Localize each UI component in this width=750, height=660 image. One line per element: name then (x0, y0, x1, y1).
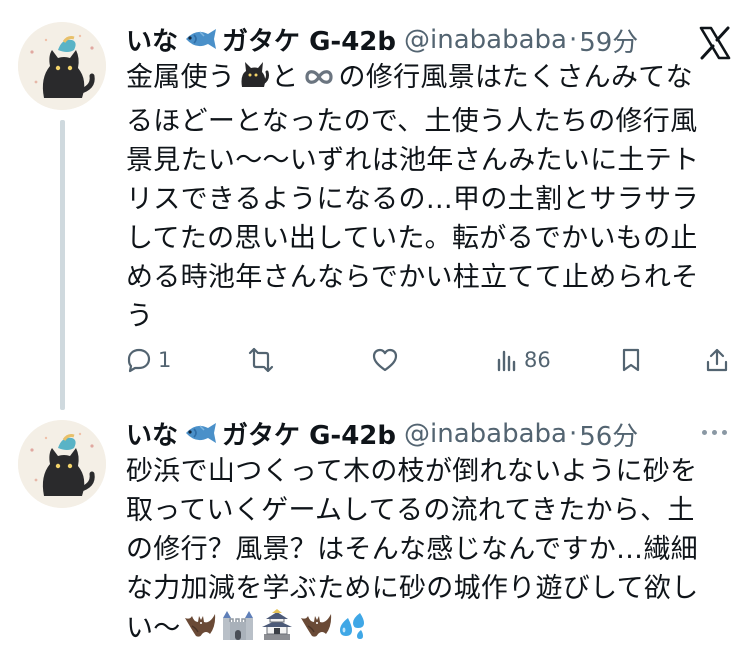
more-options-button[interactable] (696, 420, 732, 444)
user-handle[interactable]: @inabababa (404, 419, 567, 449)
reply-icon (127, 348, 151, 373)
bat-emoji-icon (298, 610, 334, 653)
display-name-suffix: ガタケ G-42b (222, 27, 396, 57)
text-line: 砂浜で山つくって木の枝が倒れないように砂を (126, 452, 726, 491)
like-button[interactable] (371, 340, 405, 380)
thread-connector-line (60, 120, 65, 410)
views-icon (497, 350, 516, 372)
post-header: いな ガタケ G-42b @inabababa · 56分 (126, 414, 740, 454)
bookmark-button[interactable] (620, 340, 642, 380)
text-line: るほどーとなったので、土使う人たちの修行風 (126, 102, 726, 141)
reply-count: 1 (158, 348, 172, 372)
timestamp[interactable]: 56分 (579, 416, 638, 453)
bat-emoji-icon (182, 610, 218, 653)
views-button[interactable]: 86 (496, 340, 551, 380)
text-segment: 金属使う (126, 62, 236, 93)
text-line: める時池年さんならでかい柱立てて止められそ (126, 258, 726, 297)
black-cat-avatar-icon (18, 420, 106, 508)
repost-button[interactable] (246, 340, 282, 380)
cat-emoji-icon (236, 59, 270, 102)
repost-icon (248, 347, 274, 373)
user-handle[interactable]: @inabababa (404, 25, 567, 55)
post-2[interactable]: いな ガタケ G-42b @inabababa · 56分 砂浜で山つくって木の枝… (0, 400, 750, 660)
more-icon-dot (721, 429, 727, 435)
more-icon-dot (711, 429, 717, 435)
share-button[interactable] (704, 340, 730, 380)
text-segment: 景見たい〜〜いずれは池年さんみたいに土テト (126, 145, 700, 176)
text-line: い〜 (126, 608, 726, 653)
display-name-prefix: いな (126, 27, 179, 57)
text-line: 取っていくゲームしてるの流れてきたから、土 (126, 491, 726, 530)
separator-dot: · (568, 25, 578, 55)
text-segment: める時池年さんならでかい柱立てて止められそ (126, 262, 699, 293)
post-text: 砂浜で山つくって木の枝が倒れないように砂を 取っていくゲームしてるの流れてきたから… (126, 452, 726, 653)
post-1[interactable]: いな ガタケ G-42b @inabababa · 59分 金属使う と の修行風景は… (0, 0, 750, 410)
text-segment: い〜 (126, 613, 181, 644)
view-count: 86 (524, 348, 551, 372)
european-castle-emoji-icon (220, 608, 256, 653)
text-segment: 取っていくゲームしてるの流れてきたから、土 (126, 495, 695, 526)
display-name-suffix: ガタケ G-42b (222, 421, 396, 451)
avatar[interactable] (18, 420, 106, 508)
infinity-emoji-icon (300, 63, 338, 102)
text-line: してたの思い出していた。転がるでかいもの止 (126, 219, 726, 258)
post-text: 金属使う と の修行風景はたくさんみてなるほどーとなったので、土使う人たちの修行風景… (126, 58, 726, 336)
avatar[interactable] (18, 22, 106, 110)
display-name[interactable]: いな ガタケ G-42b (126, 415, 396, 453)
japanese-castle-emoji-icon (258, 608, 296, 653)
action-bar: 1 86 (126, 340, 732, 380)
separator-dot: · (568, 419, 578, 449)
text-line: リスできるようになるの…甲の土割とサラサラ (126, 180, 726, 219)
more-icon-dot (701, 429, 707, 435)
bookmark-icon (622, 348, 640, 372)
reply-button[interactable]: 1 (126, 340, 171, 380)
text-segment: う (126, 301, 154, 332)
text-segment: るほどーとなったので、土使う人たちの修行風 (126, 106, 698, 137)
text-segment: 砂浜で山つくって木の枝が倒れないように砂を (126, 456, 698, 487)
post-header: いな ガタケ G-42b @inabababa · 59分 (126, 20, 740, 60)
text-line: 金属使う と の修行風景はたくさんみてな (126, 58, 726, 102)
text-segment: の修行？風景？はそんな感じなんですか…繊細 (126, 534, 698, 565)
sweat-droplets-emoji-icon (336, 610, 370, 653)
fish-emoji-icon (182, 26, 218, 59)
x-logo-icon[interactable] (698, 26, 732, 60)
text-segment: と (271, 62, 299, 93)
display-name[interactable]: いな ガタケ G-42b (126, 21, 396, 59)
timestamp[interactable]: 59分 (579, 22, 638, 59)
text-line: の修行？風景？はそんな感じなんですか…繊細 (126, 530, 726, 569)
text-segment: してたの思い出していた。転がるでかいもの止 (126, 223, 698, 254)
fish-emoji-icon (182, 420, 218, 453)
like-icon (372, 348, 398, 372)
black-cat-avatar-icon (18, 22, 106, 110)
display-name-prefix: いな (126, 421, 179, 451)
text-segment: な力加減を学ぶために砂の城作り遊びして欲し (126, 573, 699, 604)
text-segment: の修行風景はたくさんみてな (338, 62, 693, 93)
text-segment: リスできるようになるの…甲の土割とサラサラ (126, 184, 699, 215)
text-line: 景見たい〜〜いずれは池年さんみたいに土テト (126, 141, 726, 180)
share-icon (706, 348, 728, 372)
text-line: う (126, 297, 726, 336)
text-line: な力加減を学ぶために砂の城作り遊びして欲し (126, 569, 726, 608)
